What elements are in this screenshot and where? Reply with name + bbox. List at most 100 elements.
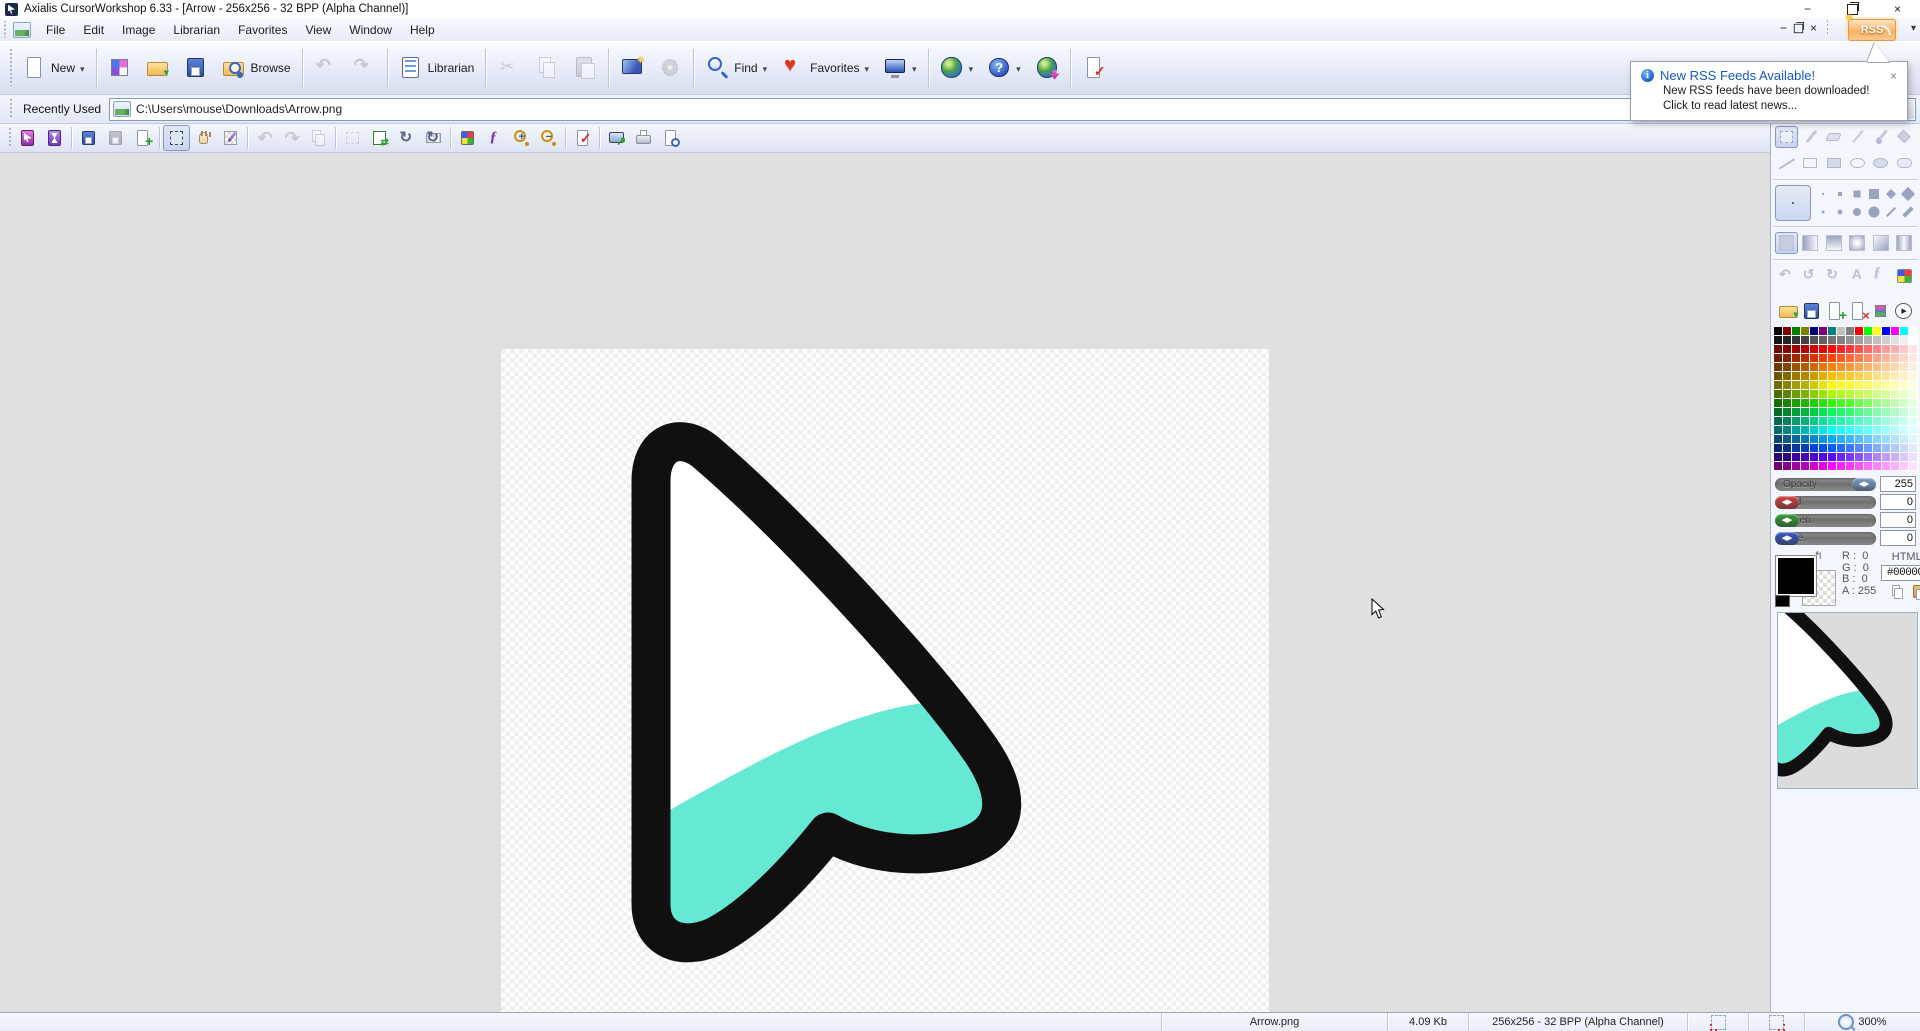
palette-menu-button[interactable] <box>1892 300 1915 322</box>
palette-swatch[interactable] <box>1810 399 1818 407</box>
palette-swatch[interactable] <box>1882 327 1890 335</box>
palette-swatch[interactable] <box>1810 408 1818 416</box>
solid-button[interactable] <box>1775 232 1798 254</box>
palette-swatch[interactable] <box>1900 399 1908 407</box>
current-brush-size-button[interactable] <box>1775 185 1811 221</box>
palette-swatch[interactable] <box>1882 390 1890 398</box>
palette-swatch[interactable] <box>1846 354 1854 362</box>
brush-size-round-4-button[interactable] <box>1865 203 1882 221</box>
palette-swatch[interactable] <box>1864 372 1872 380</box>
dropdown-arrow-icon[interactable] <box>969 61 974 75</box>
palette-swatch[interactable] <box>1783 399 1791 407</box>
palette-swatch[interactable] <box>1828 462 1836 470</box>
palette-swatch[interactable] <box>1891 336 1899 344</box>
palette-swatch[interactable] <box>1900 336 1908 344</box>
palette-swatch[interactable] <box>1774 453 1782 461</box>
palette-swatch[interactable] <box>1900 363 1908 371</box>
menu-image[interactable]: Image <box>113 21 164 39</box>
palette-swatch[interactable] <box>1900 435 1908 443</box>
palette-swatch[interactable] <box>1873 435 1881 443</box>
palette-swatch[interactable] <box>1909 390 1917 398</box>
palette-swatch[interactable] <box>1882 381 1890 389</box>
palette-swatch[interactable] <box>1828 453 1836 461</box>
brush-size-line-thick-button[interactable] <box>1899 203 1916 221</box>
palette-swatch[interactable] <box>1837 354 1845 362</box>
web-download-button[interactable] <box>1028 47 1066 89</box>
palette-swatch[interactable] <box>1882 354 1890 362</box>
palette-swatch[interactable] <box>1783 336 1791 344</box>
palette-swatch[interactable] <box>1882 462 1890 470</box>
palette-swatch[interactable] <box>1891 462 1899 470</box>
palette-swatch[interactable] <box>1855 426 1863 434</box>
print-preview-button[interactable] <box>657 125 684 151</box>
palette-swatch[interactable] <box>1828 345 1836 353</box>
palette-swatch[interactable] <box>1801 435 1809 443</box>
palette-swatch[interactable] <box>1801 408 1809 416</box>
palette-swatch[interactable] <box>1855 453 1863 461</box>
add-image-button[interactable] <box>129 125 156 151</box>
print-button[interactable] <box>630 125 657 151</box>
palette-swatch[interactable] <box>1819 372 1827 380</box>
palette-swatch[interactable] <box>1855 345 1863 353</box>
palette-swatch[interactable] <box>1900 345 1908 353</box>
palette-button[interactable] <box>1893 265 1916 287</box>
palette-swatch[interactable] <box>1882 417 1890 425</box>
find-button[interactable]: Find <box>698 47 774 89</box>
palette-swatch[interactable] <box>1882 336 1890 344</box>
opacity-slider[interactable]: Opacity◀▶ <box>1775 478 1876 491</box>
palette-swatch[interactable] <box>1891 354 1899 362</box>
palette-swatch[interactable] <box>1792 408 1800 416</box>
palette-swatch[interactable] <box>1900 327 1908 335</box>
menu-file[interactable]: File <box>37 21 74 39</box>
dropdown-arrow-icon[interactable] <box>1016 61 1021 75</box>
palette-swatch[interactable] <box>1819 408 1827 416</box>
palette-swatch[interactable] <box>1837 444 1845 452</box>
new-cursor-button[interactable] <box>14 125 41 151</box>
palette-swatch[interactable] <box>1873 417 1881 425</box>
gradient-box-button[interactable] <box>1846 232 1869 254</box>
palette-swatch[interactable] <box>1810 354 1818 362</box>
palette-swatch[interactable] <box>1837 381 1845 389</box>
palette-swatch[interactable] <box>1855 435 1863 443</box>
palette-swatch[interactable] <box>1846 336 1854 344</box>
palette-swatch[interactable] <box>1774 345 1782 353</box>
palette-swatch[interactable] <box>1891 327 1899 335</box>
brush-size-line-thin-button[interactable] <box>1882 203 1899 221</box>
palette-swatch[interactable] <box>1819 345 1827 353</box>
palette-swatch[interactable] <box>1873 354 1881 362</box>
palette-swatch[interactable] <box>1792 417 1800 425</box>
swap-colors-icon[interactable]: ↰ <box>1814 549 1823 562</box>
palette-swatch[interactable] <box>1909 372 1917 380</box>
new-from-image-button[interactable] <box>101 47 139 89</box>
brush-size-square-4-button[interactable] <box>1865 185 1882 203</box>
text-button[interactable] <box>1846 265 1869 287</box>
palette-swatch[interactable] <box>1783 354 1791 362</box>
palette-swatch[interactable] <box>1783 372 1791 380</box>
palette-swatch[interactable] <box>1891 372 1899 380</box>
palette-swatch[interactable] <box>1801 336 1809 344</box>
palette-swatch[interactable] <box>1783 327 1791 335</box>
filled-rectangle-button[interactable] <box>1822 152 1845 174</box>
palette-swatch[interactable] <box>1873 390 1881 398</box>
palette-swatch[interactable] <box>1792 426 1800 434</box>
palette-swatch[interactable] <box>1801 399 1809 407</box>
palette-swatch[interactable] <box>1846 363 1854 371</box>
green-slider[interactable]: Green◀▶ <box>1775 514 1876 527</box>
open-palette-button[interactable] <box>1777 300 1800 322</box>
adjust-colors-button[interactable] <box>454 125 481 151</box>
palette-swatch[interactable] <box>1774 372 1782 380</box>
palette-swatch[interactable] <box>1810 345 1818 353</box>
palette-swatch[interactable] <box>1846 399 1854 407</box>
palette-swatch[interactable] <box>1792 381 1800 389</box>
palette-swatch[interactable] <box>1774 444 1782 452</box>
palette-swatch[interactable] <box>1873 336 1881 344</box>
menu-help[interactable]: Help <box>401 21 444 39</box>
brush-size-diamond-5-button[interactable] <box>1899 185 1916 203</box>
palette-swatch[interactable] <box>1864 363 1872 371</box>
palette-swatch[interactable] <box>1891 444 1899 452</box>
palette-swatch[interactable] <box>1846 426 1854 434</box>
palette-swatch[interactable] <box>1783 363 1791 371</box>
blue-slider-handle[interactable]: ◀▶ <box>1775 532 1799 545</box>
palette-swatch[interactable] <box>1909 426 1917 434</box>
palette-swatch[interactable] <box>1774 399 1782 407</box>
